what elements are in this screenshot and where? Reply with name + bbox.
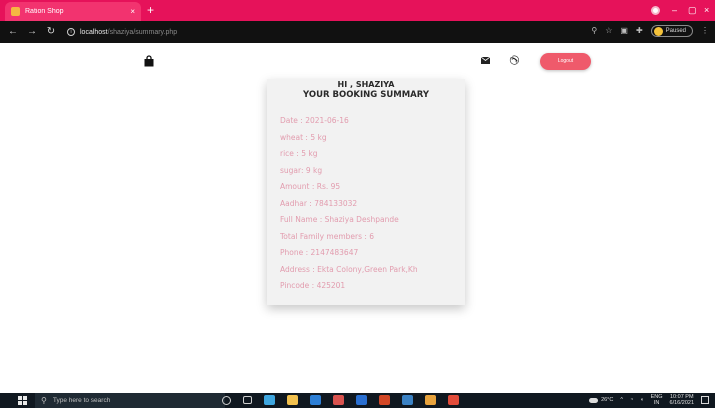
detail-date: Date : 2021-06-16 bbox=[280, 116, 349, 125]
photos-icon[interactable] bbox=[425, 395, 436, 405]
clock[interactable]: 10:07 PM 6/16/2021 bbox=[670, 394, 694, 406]
greeting: HI , SHAZIYA bbox=[337, 80, 395, 89]
restore-button[interactable]: ▢ bbox=[688, 4, 697, 16]
language-bottom: IN bbox=[653, 400, 660, 406]
puzzle-icon[interactable]: ✚ bbox=[636, 25, 643, 37]
store-icon[interactable] bbox=[310, 395, 321, 405]
new-tab-button[interactable]: + bbox=[147, 4, 154, 16]
file-explorer-icon[interactable] bbox=[287, 395, 298, 405]
avatar bbox=[653, 26, 663, 36]
system-tray: 26°C ^ ◔ ◖ ENG IN 10:07 PM 6/16/2021 bbox=[589, 394, 709, 406]
address-bar[interactable]: i localhost /shaziya/summary.php bbox=[67, 28, 177, 36]
profile-paused-button[interactable]: Paused bbox=[650, 25, 693, 37]
search-icon: ⚲ bbox=[41, 396, 47, 405]
booking-details: Date : 2021-06-16 wheat : 5 kg rice : 5 … bbox=[280, 113, 452, 295]
weather-widget[interactable]: 26°C bbox=[589, 397, 613, 403]
detail-aadhar: Aadhar : 784133032 bbox=[280, 198, 358, 208]
logout-button[interactable]: Logout bbox=[540, 53, 591, 70]
booking-summary-card: HI , SHAZIYA YOUR BOOKING SUMMARY Date :… bbox=[267, 79, 465, 305]
info-icon[interactable]: i bbox=[67, 28, 75, 36]
detail-family-members: Total Family members : 6 bbox=[280, 231, 375, 241]
page-navbar: ✆ Logout bbox=[0, 43, 715, 79]
paused-label: Paused bbox=[665, 28, 686, 34]
extension-icon[interactable]: ▣ bbox=[620, 25, 628, 37]
volume-icon[interactable]: ◖ bbox=[640, 397, 643, 403]
paint-icon[interactable] bbox=[448, 395, 459, 405]
powerpoint-icon[interactable] bbox=[379, 395, 390, 405]
detail-rice: rice : 5 kg bbox=[280, 149, 318, 158]
summary-heading: YOUR BOOKING SUMMARY bbox=[303, 90, 429, 100]
network-icon[interactable]: ◔ bbox=[630, 397, 633, 403]
taskbar: ⚲ Type here to search 26°C ^ ◔ ◖ ENG IN … bbox=[0, 393, 715, 408]
url-path: /shaziya/summary.php bbox=[107, 28, 178, 36]
detail-phone: Phone : 2147483647 bbox=[280, 248, 359, 257]
cortana-icon[interactable] bbox=[222, 395, 231, 405]
detail-address: Address : Ekta Colony,Green Park,Kh bbox=[280, 264, 418, 274]
back-arrow-icon[interactable]: ← bbox=[7, 26, 19, 38]
url-host: localhost bbox=[80, 28, 108, 36]
zoom-icon[interactable]: ⚲ bbox=[591, 25, 597, 37]
windows-start-icon[interactable] bbox=[18, 396, 27, 405]
browser-tab-strip: Ration Shop × + – ▢ × bbox=[0, 0, 715, 21]
weather-temp: 26°C bbox=[601, 397, 614, 403]
detail-amount: Amount : Rs. 95 bbox=[280, 182, 341, 191]
phone-icon[interactable]: ✆ bbox=[506, 54, 522, 66]
profile-icon[interactable] bbox=[651, 6, 660, 15]
bookmark-star-icon[interactable]: ☆ bbox=[605, 25, 612, 37]
word-icon[interactable] bbox=[356, 395, 367, 405]
task-view-icon[interactable] bbox=[243, 396, 252, 404]
edge-icon[interactable] bbox=[264, 395, 275, 405]
browser-tab[interactable]: Ration Shop × bbox=[5, 2, 141, 21]
chrome-icon[interactable] bbox=[333, 395, 344, 405]
taskbar-search[interactable]: ⚲ Type here to search bbox=[35, 393, 225, 408]
pinned-apps bbox=[222, 395, 459, 405]
app-icon[interactable] bbox=[402, 395, 413, 405]
detail-full-name: Full Name : Shaziya Deshpande bbox=[280, 215, 399, 224]
detail-sugar: sugar: 9 kg bbox=[280, 165, 323, 175]
favicon-icon bbox=[11, 7, 20, 16]
notification-icon[interactable] bbox=[701, 396, 709, 404]
search-placeholder: Type here to search bbox=[52, 397, 111, 404]
tab-close-icon[interactable]: × bbox=[130, 7, 135, 16]
cloud-icon bbox=[589, 397, 599, 403]
forward-arrow-icon[interactable]: → bbox=[26, 26, 38, 38]
tab-title: Ration Shop bbox=[25, 8, 64, 15]
chevron-up-icon[interactable]: ^ bbox=[620, 397, 623, 403]
menu-icon[interactable]: ⋮ bbox=[701, 25, 709, 37]
clock-date: 6/16/2021 bbox=[669, 400, 694, 406]
language-indicator[interactable]: ENG IN bbox=[651, 394, 663, 406]
mail-icon[interactable] bbox=[481, 57, 490, 64]
close-window-button[interactable]: × bbox=[704, 4, 709, 16]
browser-toolbar: ← → ↻ i localhost /shaziya/summary.php ⚲… bbox=[0, 21, 715, 43]
reload-icon[interactable]: ↻ bbox=[45, 26, 57, 38]
shopping-bag-icon[interactable] bbox=[143, 55, 155, 67]
detail-wheat: wheat : 5 kg bbox=[280, 132, 327, 142]
detail-pincode: Pincode : 425201 bbox=[280, 281, 346, 290]
minimize-button[interactable]: – bbox=[672, 4, 677, 16]
